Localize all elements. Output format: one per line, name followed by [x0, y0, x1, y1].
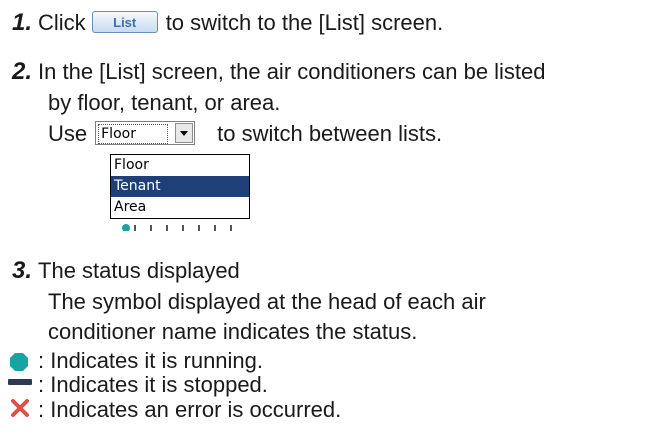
step-3-line-3: conditioner name indicates the status. — [48, 319, 417, 345]
dropdown-option-floor[interactable]: Floor — [111, 155, 249, 176]
legend-stopped: : Indicates it is stopped. — [38, 372, 268, 398]
step-1-post-text: to switch to the [List] screen. — [165, 10, 444, 35]
list-button[interactable]: List — [91, 11, 158, 34]
legend-running: : Indicates it is running. — [38, 348, 263, 374]
step-1: 1. Click List to switch to the [List] scree… — [12, 10, 443, 36]
step-1-pre-text: Click — [38, 10, 86, 35]
step-3-line-1: 3. The status displayed — [12, 258, 240, 284]
running-status-icon — [10, 353, 28, 371]
step-3-text-1: The status displayed — [38, 258, 240, 283]
step-2-text-1: In the [List] screen, the air conditione… — [38, 59, 546, 84]
step-2-text-2: by floor, tenant, or area. — [48, 90, 281, 115]
legend-error-text: : Indicates an error is occurred. — [38, 397, 342, 422]
step-3-text-2: The symbol displayed at the head of each… — [48, 289, 486, 314]
use-pre-text: Use — [48, 121, 88, 146]
legend-error: : Indicates an error is occurred. — [38, 397, 341, 423]
dropdown-option-area[interactable]: Area — [111, 197, 249, 218]
select-current-value: Floor — [98, 124, 169, 145]
list-type-dropdown: Floor Tenant Area — [110, 154, 250, 219]
background-list-fragment — [122, 224, 232, 231]
stopped-status-icon — [8, 379, 32, 385]
list-type-select[interactable]: Floor — [95, 121, 196, 146]
legend-running-text: : Indicates it is running. — [38, 348, 264, 373]
dropdown-option-tenant[interactable]: Tenant — [111, 176, 249, 197]
step-2-line-1: 2. In the [List] screen, the air conditio… — [12, 59, 546, 85]
error-status-icon — [11, 399, 29, 417]
legend-stopped-text: : Indicates it is stopped. — [38, 372, 268, 397]
step-1-number: 1. — [12, 9, 33, 36]
step-3-text-3: conditioner name indicates the status. — [48, 319, 418, 344]
step-3-number: 3. — [12, 257, 33, 284]
step-3-line-2: The symbol displayed at the head of each… — [48, 289, 486, 315]
step-2-number: 2. — [12, 58, 33, 85]
use-post-text: to switch between lists. — [217, 121, 443, 146]
chevron-down-icon[interactable] — [175, 123, 194, 144]
step-2-line-2: by floor, tenant, or area. — [48, 90, 280, 116]
step-2-use-line: Use Floor to switch between lists. — [48, 121, 442, 147]
